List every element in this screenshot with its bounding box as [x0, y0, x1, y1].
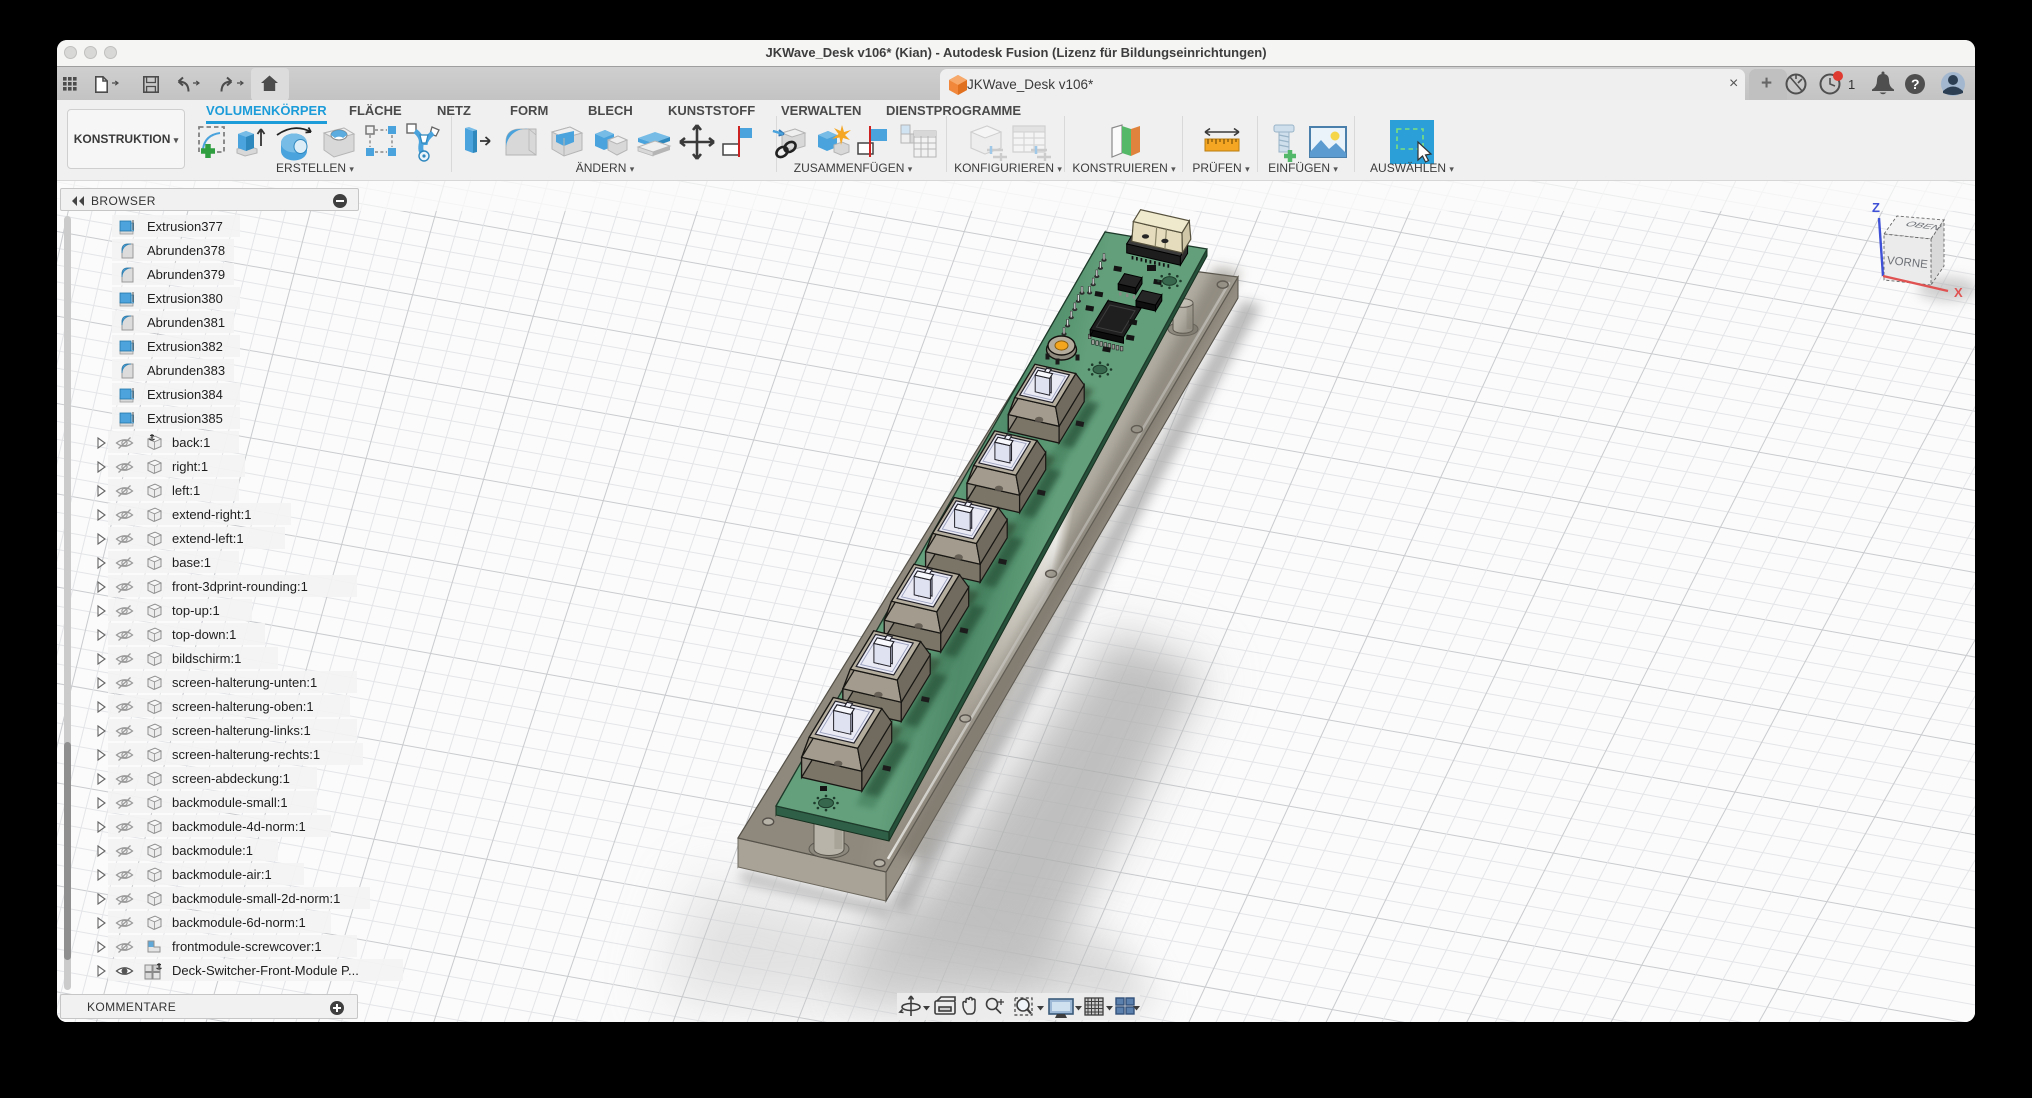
svg-text:1: 1	[1848, 77, 1855, 92]
svg-text:?: ?	[1911, 76, 1920, 92]
svg-text:X: X	[1954, 285, 1963, 300]
svg-text:Z: Z	[1872, 200, 1880, 215]
